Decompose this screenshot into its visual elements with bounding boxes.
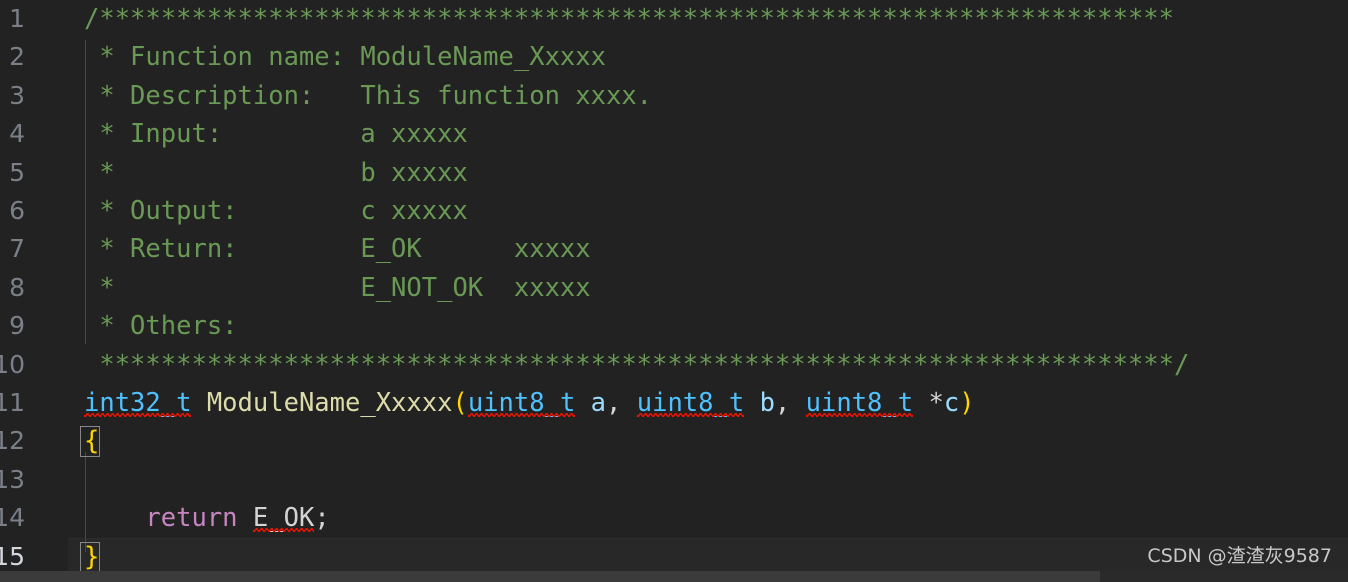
token-comment: * b xxxxx — [84, 157, 468, 188]
code-line-6[interactable]: * Output: c xxxxx — [0, 192, 1348, 230]
code-line-9[interactable]: * Others: — [0, 307, 1348, 345]
token-comment: * Return: E_OK xxxxx — [84, 234, 591, 265]
token-comment: * Function name: ModuleName_Xxxxx — [84, 42, 606, 73]
code-line-1[interactable]: /***************************************… — [0, 0, 1348, 38]
line-number-13[interactable]: 13 — [0, 461, 25, 499]
code-line-8[interactable]: * E_NOT_OK xxxxx — [0, 269, 1348, 307]
csdn-watermark: CSDN @渣渣灰9587 — [1147, 545, 1332, 567]
token-comment: * Description: This function xxxx. — [84, 80, 653, 111]
token-parameter: c — [943, 388, 960, 418]
line-number-2[interactable]: 2 — [0, 38, 25, 76]
code-line-text: { — [84, 422, 99, 460]
horizontal-scrollbar-thumb[interactable] — [0, 571, 1100, 582]
token-keyword: return — [145, 503, 238, 534]
line-number-gutter[interactable]: 1 2 3 4 5 6 7 8 9 10 11 12 13 14 15 — [0, 0, 68, 582]
code-line-11[interactable]: int32_t ModuleName_Xxxxx(uint8_t a, uint… — [0, 384, 1348, 422]
code-line-7[interactable]: * Return: E_OK xxxxx — [0, 230, 1348, 268]
code-line-text: ****************************************… — [84, 346, 1189, 384]
code-line-text: * Function name: ModuleName_Xxxxx — [84, 38, 606, 76]
token-plain: , — [774, 388, 806, 418]
token-comment: * E_NOT_OK xxxxx — [84, 272, 591, 303]
token-plain: , — [606, 388, 637, 418]
code-line-3[interactable]: * Description: This function xxxx. — [0, 77, 1348, 115]
token-plain: ; — [314, 503, 330, 534]
code-line-2[interactable]: * Function name: ModuleName_Xxxxx — [0, 38, 1348, 76]
code-line-text: return E_OK; — [84, 499, 330, 537]
token-bracket: ) — [959, 388, 975, 418]
token-type-error: uint8_t — [805, 388, 914, 418]
token-function: ModuleName_Xxxxx — [206, 388, 453, 418]
token-comment: * Output: c xxxxx — [84, 196, 468, 226]
token-type-error: int32_t — [84, 388, 192, 418]
horizontal-scrollbar-track[interactable] — [0, 571, 1348, 582]
token-comment: /***************************************… — [84, 4, 1175, 34]
line-number-11[interactable]: 11 — [0, 384, 25, 422]
token-parameter: a — [590, 388, 607, 418]
code-line-text: * Output: c xxxxx — [84, 192, 468, 230]
code-content[interactable]: /***************************************… — [0, 0, 1348, 582]
line-number-5[interactable]: 5 — [0, 154, 25, 192]
token-type-error: uint8_t — [636, 388, 745, 418]
line-number-4[interactable]: 4 — [0, 115, 25, 153]
code-line-10[interactable]: ****************************************… — [0, 346, 1348, 384]
code-line-text: /***************************************… — [84, 0, 1174, 38]
token-plain: * — [913, 388, 944, 418]
line-number-1[interactable]: 1 — [0, 0, 25, 38]
code-line-5[interactable]: * b xxxxx — [0, 154, 1348, 192]
token-parameter: b — [759, 388, 775, 418]
code-line-text: * Description: This function xxxx. — [84, 77, 652, 115]
code-line-12[interactable]: { — [0, 422, 1348, 460]
token-comment: ****************************************… — [84, 349, 1190, 380]
line-number-9[interactable]: 9 — [0, 307, 25, 345]
line-number-12[interactable]: 12 — [0, 422, 25, 460]
code-line-text: * E_NOT_OK xxxxx — [84, 269, 591, 307]
code-line-text: * Input: a xxxxx — [84, 115, 468, 153]
indent-guide-comment-block — [84, 40, 86, 344]
code-line-text: int32_t ModuleName_Xxxxx(uint8_t a, uint… — [84, 384, 975, 422]
token-bracket: { — [84, 426, 100, 457]
line-number-6[interactable]: 6 — [0, 192, 25, 230]
code-line-text: * Return: E_OK xxxxx — [84, 230, 591, 268]
token-plain-error: E_OK — [252, 503, 315, 534]
line-number-3[interactable]: 3 — [0, 77, 25, 115]
token-type-error: uint8_t — [467, 388, 576, 418]
code-line-14[interactable]: return E_OK; — [0, 499, 1348, 537]
code-line-13[interactable] — [0, 461, 1348, 499]
code-editor[interactable]: /***************************************… — [0, 0, 1348, 582]
indent-guide-function-body — [84, 451, 86, 552]
code-line-4[interactable]: * Input: a xxxxx — [0, 115, 1348, 153]
line-number-10[interactable]: 10 — [0, 346, 25, 384]
line-number-8[interactable]: 8 — [0, 269, 25, 307]
code-line-text: * b xxxxx — [84, 154, 468, 192]
token-bracket: ( — [452, 388, 468, 418]
line-number-14[interactable]: 14 — [0, 499, 25, 537]
line-number-7[interactable]: 7 — [0, 230, 25, 268]
token-comment: * Others: — [84, 311, 238, 342]
token-bracket: } — [84, 541, 100, 572]
token-comment: * Input: a xxxxx — [84, 119, 468, 150]
code-line-text: * Others: — [84, 307, 238, 345]
